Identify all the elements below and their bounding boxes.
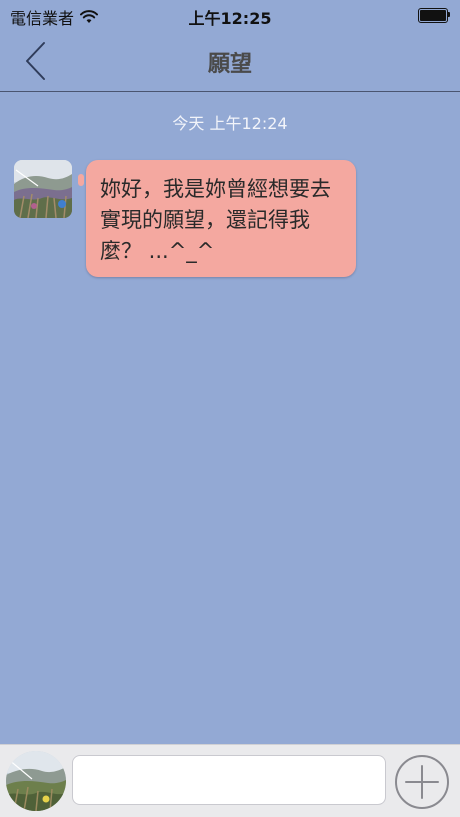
input-bar — [0, 744, 460, 817]
status-bar: 電信業者 上午12:25 — [0, 0, 460, 30]
message-input[interactable] — [72, 755, 386, 805]
page-title: 願望 — [207, 52, 252, 77]
sender-avatar[interactable] — [14, 160, 72, 218]
bubble-tail — [78, 174, 84, 186]
battery-icon — [418, 8, 450, 23]
nav-bar: 願望 — [0, 30, 460, 92]
status-time: 上午12:25 — [188, 9, 272, 28]
chat-screen: 電信業者 上午12:25 願望 今天 上午12:24 妳好，我是妳曾經想要去實現… — [0, 0, 460, 817]
message-bubble-wrap: 妳好，我是妳曾經想要去實現的願望，還記得我麼？ ...^_^ — [78, 160, 356, 277]
message-bubble[interactable]: 妳好，我是妳曾經想要去實現的願望，還記得我麼？ ...^_^ — [86, 160, 356, 277]
message-row: 妳好，我是妳曾經想要去實現的願望，還記得我麼？ ...^_^ — [14, 160, 356, 277]
add-button[interactable] — [394, 754, 450, 810]
plus-circle-icon — [395, 755, 449, 809]
chat-timestamp: 今天 上午12:24 — [172, 114, 288, 133]
user-avatar[interactable] — [6, 751, 66, 811]
